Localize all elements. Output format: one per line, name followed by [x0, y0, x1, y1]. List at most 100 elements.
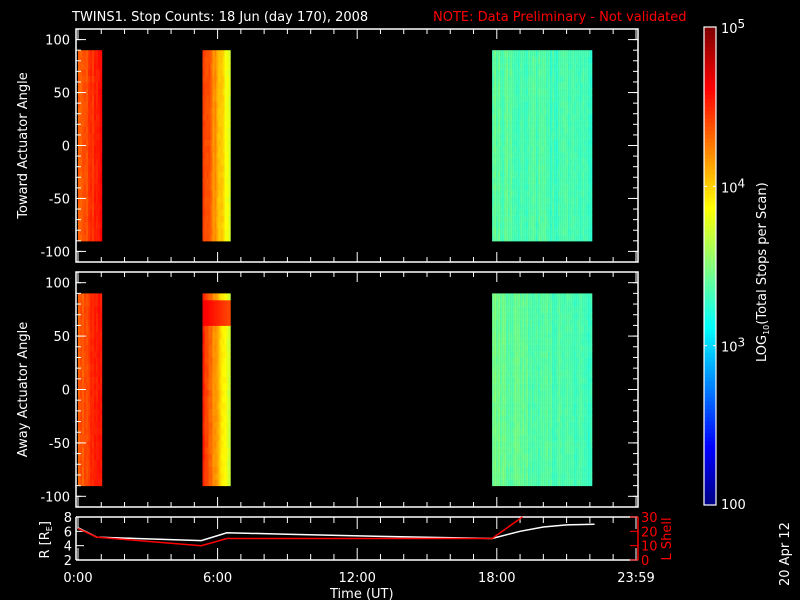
heatmap-cell: [100, 228, 103, 235]
heatmap-cell: [580, 383, 583, 390]
heatmap-cell: [210, 293, 213, 301]
heatmap-cell: [552, 228, 555, 235]
heatmap-cell: [544, 325, 547, 333]
heatmap-cell: [502, 460, 505, 467]
heatmap-cell: [214, 376, 217, 384]
heatmap-cell: [550, 196, 553, 204]
heatmap-cell: [570, 331, 573, 339]
heatmap-cell: [494, 234, 497, 242]
heatmap-cell: [220, 325, 223, 333]
heatmap-cell: [578, 306, 581, 314]
heatmap-cell: [96, 306, 99, 314]
heatmap-cell: [492, 415, 495, 422]
heatmap-cell: [560, 62, 563, 70]
heatmap-cell: [562, 479, 565, 487]
heatmap-cell: [534, 319, 537, 326]
heatmap-cell: [92, 460, 95, 467]
heatmap-cell: [202, 370, 205, 378]
heatmap-cell: [526, 94, 529, 102]
heatmap-cell: [226, 50, 229, 58]
heatmap-cell: [216, 357, 219, 365]
heatmap-cell: [506, 344, 509, 352]
heatmap-cell: [100, 215, 103, 223]
heatmap-cell: [564, 376, 567, 384]
heatmap-cell: [576, 215, 579, 223]
colorbar-swatch: [704, 433, 716, 438]
heatmap-cell: [564, 331, 567, 339]
heatmap-cell: [212, 170, 215, 178]
heatmap-cell: [528, 370, 531, 378]
heatmap-cell: [506, 479, 509, 487]
heatmap-cell: [560, 293, 563, 301]
heatmap-cell: [532, 312, 535, 320]
heatmap-cell: [566, 415, 569, 422]
heatmap-cell: [86, 299, 89, 307]
heatmap-cell: [508, 120, 511, 127]
heatmap-cell: [82, 202, 85, 210]
heatmap-cell: [214, 120, 217, 127]
heatmap-cell: [226, 434, 229, 442]
heatmap-cell: [220, 113, 223, 121]
heatmap-cell: [90, 293, 93, 301]
heatmap-cell: [524, 306, 527, 314]
heatmap-cell: [580, 389, 583, 397]
heatmap-cell: [544, 151, 547, 159]
heatmap-cell: [520, 357, 523, 365]
heatmap-cell: [514, 50, 517, 58]
heatmap-cell: [530, 351, 533, 358]
heatmap-cell: [578, 299, 581, 307]
heatmap-cell: [570, 228, 573, 235]
heatmap-cell: [522, 69, 525, 77]
heatmap-cell: [586, 408, 589, 416]
heatmap-cell: [224, 88, 227, 96]
heatmap-cell: [580, 183, 583, 191]
heatmap-cell: [576, 293, 579, 301]
heatmap-cell: [560, 113, 563, 121]
heatmap-cell: [588, 209, 591, 216]
heatmap-cell: [590, 69, 593, 77]
heatmap-cell: [528, 228, 531, 235]
heatmap-cell: [512, 434, 515, 442]
heatmap-cell: [88, 344, 91, 352]
heatmap-cell: [588, 75, 591, 83]
heatmap-cell: [498, 402, 501, 410]
heatmap-cell: [208, 325, 211, 333]
heatmap-cell: [584, 132, 587, 140]
heatmap-cell: [558, 338, 561, 346]
heatmap-cell: [518, 306, 521, 314]
heatmap-cell: [82, 101, 85, 108]
colorbar-swatch: [704, 285, 716, 291]
heatmap-cell: [502, 299, 505, 307]
heatmap-cell: [502, 196, 505, 204]
heatmap-cell: [224, 69, 227, 77]
heatmap-cell: [220, 363, 223, 371]
heatmap-cell: [216, 306, 219, 314]
heatmap-cell: [218, 221, 221, 229]
heatmap-cell: [578, 202, 581, 210]
heatmap-cell: [492, 466, 495, 474]
heatmap-cell: [586, 344, 589, 352]
heatmap-cell: [558, 472, 561, 480]
heatmap-cell: [506, 370, 509, 378]
heatmap-cell: [520, 158, 523, 166]
heatmap-cell: [80, 170, 83, 178]
heatmap-cell: [540, 82, 543, 89]
heatmap-cell: [206, 88, 209, 96]
heatmap-cell: [578, 312, 581, 320]
heatmap-cell: [514, 132, 517, 140]
heatmap-cell: [226, 460, 229, 467]
heatmap-cell: [92, 139, 95, 146]
heatmap-cell: [530, 126, 533, 134]
heatmap-cell: [502, 94, 505, 102]
heatmap-cell: [584, 158, 587, 166]
heatmap-cell: [212, 107, 215, 115]
heatmap-cell: [508, 101, 511, 108]
heatmap-cell: [92, 69, 95, 77]
heatmap-cell: [90, 132, 93, 140]
heatmap-cell: [502, 428, 505, 435]
heatmap-cell: [566, 190, 569, 197]
heatmap-cell: [564, 312, 567, 320]
heatmap-cell: [94, 221, 97, 229]
heatmap-cell: [224, 331, 227, 339]
heatmap-cell: [542, 306, 545, 314]
